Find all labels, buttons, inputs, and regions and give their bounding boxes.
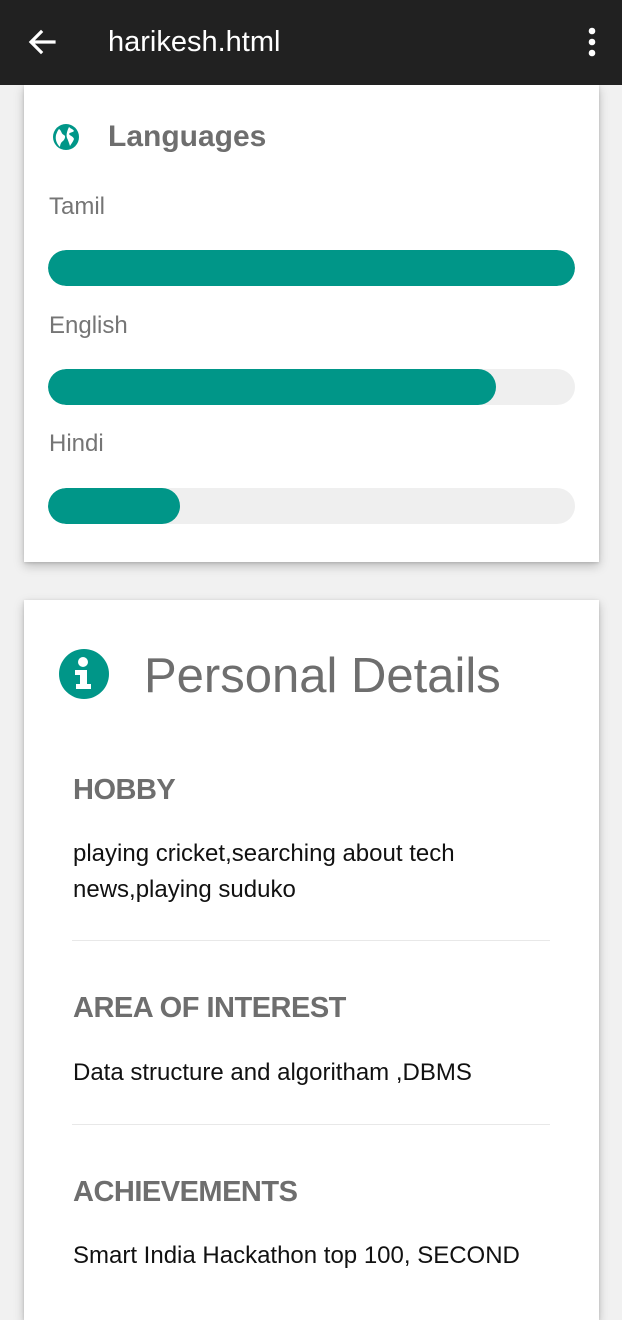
- app-bar: harikesh.html: [0, 0, 622, 85]
- personal-details-card: Personal Details HOBBY playing cricket,s…: [24, 600, 599, 1320]
- language-label-tamil: Tamil: [49, 193, 106, 220]
- info-icon: [59, 649, 109, 699]
- language-bar-english: [48, 369, 575, 405]
- page-title: harikesh.html: [108, 26, 281, 58]
- area-of-interest-text: Data structure and algoritham ,DBMS: [73, 1059, 472, 1086]
- back-button[interactable]: [22, 22, 62, 62]
- languages-card: Languages Tamil English Hindi: [24, 85, 599, 562]
- personal-details-title: Personal Details: [144, 649, 501, 703]
- hobby-text: playing cricket,searching about tech new…: [73, 840, 455, 903]
- language-label-english: English: [49, 312, 128, 339]
- achievements-text: Smart India Hackathon top 100, SECOND: [73, 1242, 520, 1269]
- overflow-menu-button[interactable]: [580, 22, 604, 62]
- divider: [72, 1124, 550, 1125]
- language-bar-hindi: [48, 488, 575, 524]
- hobby-heading: HOBBY: [73, 774, 176, 806]
- language-bar-tamil: [48, 250, 575, 286]
- arrow-left-icon: [28, 29, 56, 55]
- language-label-hindi: Hindi: [49, 430, 104, 457]
- achievements-heading: ACHIEVEMENTS: [73, 1176, 298, 1208]
- language-bar-fill: [48, 369, 496, 405]
- area-of-interest-heading: AREA OF INTEREST: [73, 992, 346, 1024]
- globe-icon: [53, 124, 79, 150]
- language-bar-fill: [48, 250, 575, 286]
- divider: [72, 940, 550, 941]
- more-vertical-icon: [588, 27, 596, 57]
- language-bar-fill: [48, 488, 180, 524]
- languages-title: Languages: [108, 120, 267, 153]
